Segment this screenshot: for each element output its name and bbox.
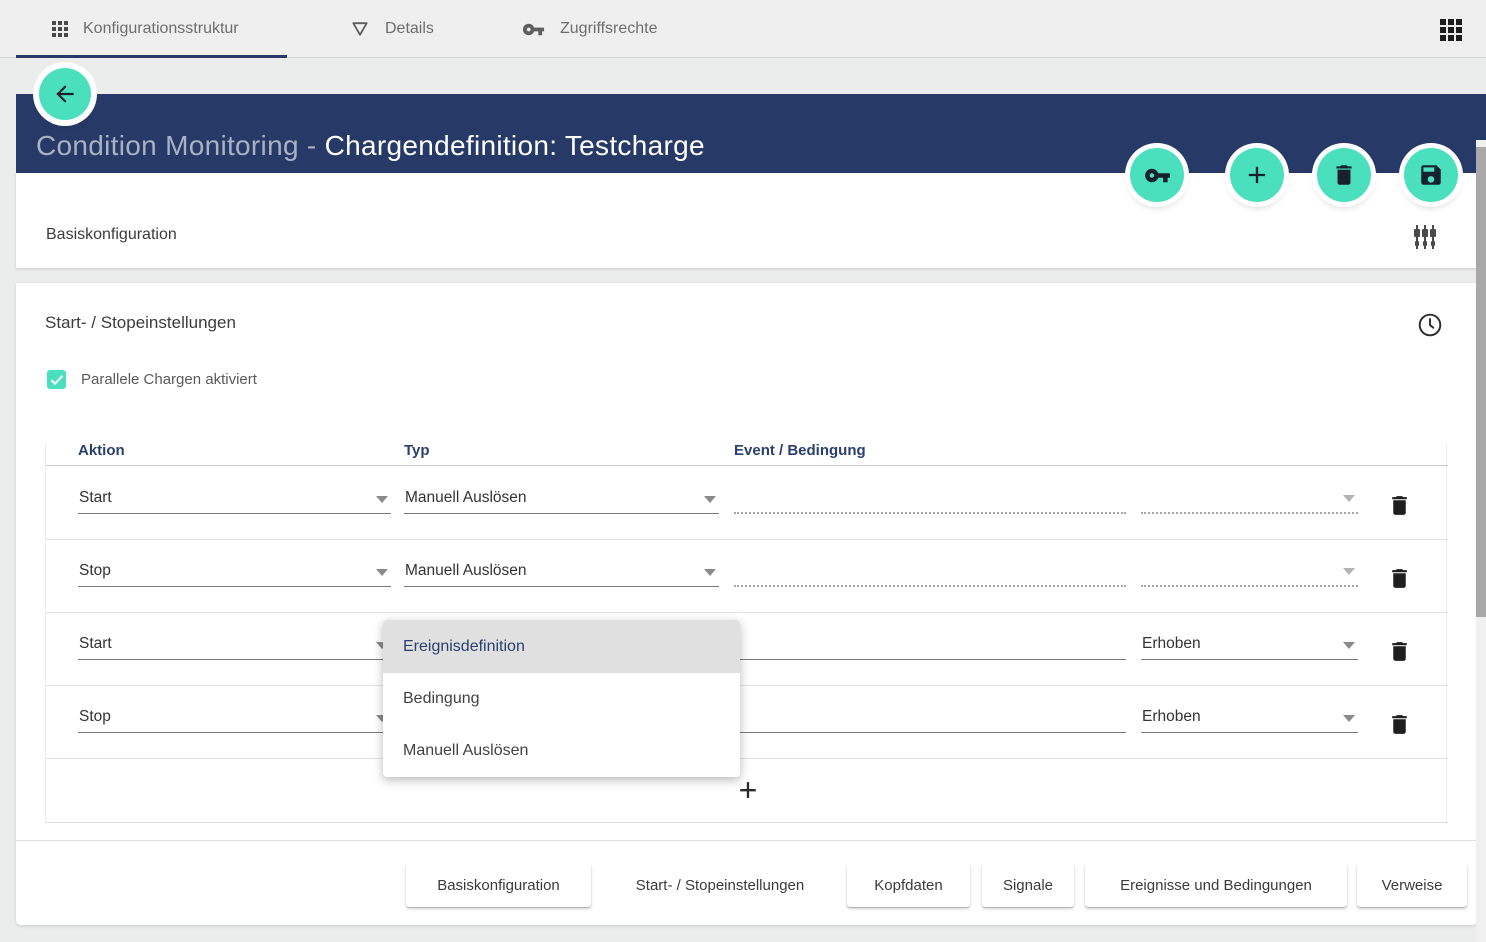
modus-select[interactable]: Erhoben: [1141, 703, 1358, 733]
aktion-value: Start: [79, 489, 112, 507]
check-icon: [50, 374, 64, 386]
modus-select[interactable]: [1141, 557, 1358, 587]
section-title: Start- / Stopeinstellungen: [45, 313, 236, 333]
chevron-down-icon: [376, 569, 388, 576]
typ-dropdown-menu: Ereignisdefinition Bedingung Manuell Aus…: [383, 620, 740, 777]
table-row: Start Erhoben: [46, 613, 1448, 686]
parallel-charges-label: Parallele Chargen aktiviert: [81, 371, 257, 388]
aktion-select[interactable]: Start: [78, 630, 391, 660]
modus-value: Erhoben: [1142, 635, 1201, 653]
aktion-select[interactable]: Stop: [78, 557, 391, 587]
modus-select[interactable]: [1141, 484, 1358, 514]
page-title-prefix: Condition Monitoring -: [36, 130, 325, 161]
aktion-select[interactable]: Stop: [78, 703, 391, 733]
event-input[interactable]: [734, 557, 1126, 587]
key-icon: [1144, 162, 1171, 189]
add-row-area: +: [46, 759, 1448, 823]
column-header-event: Event / Bedingung: [734, 442, 866, 459]
permissions-button[interactable]: [1130, 148, 1184, 202]
modus-select[interactable]: Erhoben: [1141, 630, 1358, 660]
delete-row-button[interactable]: [1387, 493, 1413, 519]
clock-icon[interactable]: [1417, 312, 1443, 338]
table-row: Start Manuell Auslösen: [46, 466, 1448, 540]
tab-label: Zugriffsrechte: [560, 20, 658, 38]
column-header-aktion: Aktion: [78, 442, 125, 459]
delete-row-button[interactable]: [1387, 639, 1413, 665]
chevron-down-icon: [376, 496, 388, 503]
chevron-down-icon: [704, 496, 716, 503]
menu-item-manuell-ausloesen[interactable]: Manuell Auslösen: [383, 725, 740, 777]
tab-konfigurationsstruktur[interactable]: Konfigurationsstruktur: [52, 0, 239, 58]
aktion-value: Stop: [79, 708, 111, 726]
basiskonfiguration-label: Basiskonfiguration: [46, 226, 177, 244]
add-row-button[interactable]: +: [733, 776, 763, 806]
start-stop-card: Start- / Stopeinstellungen Parallele Cha…: [16, 283, 1477, 925]
event-input[interactable]: [734, 484, 1126, 514]
table-header-row: Aktion Typ Event / Bedingung: [46, 443, 1448, 466]
modus-value: Erhoben: [1142, 708, 1201, 726]
nav-button-signale[interactable]: Signale: [982, 863, 1074, 907]
scrollbar[interactable]: [1476, 140, 1486, 942]
sliders-icon[interactable]: [1411, 223, 1439, 251]
tab-label: Konfigurationsstruktur: [83, 20, 239, 38]
active-tab-indicator: [16, 55, 287, 58]
tab-details[interactable]: Details: [350, 0, 434, 58]
tab-zugriffsrechte[interactable]: Zugriffsrechte: [522, 0, 658, 58]
nav-button-basiskonfiguration[interactable]: Basiskonfiguration: [406, 863, 591, 907]
delete-row-button[interactable]: [1387, 712, 1413, 738]
nav-button-verweise[interactable]: Verweise: [1357, 863, 1467, 907]
arrow-left-icon: [52, 81, 78, 107]
key-icon: [522, 18, 545, 41]
save-icon: [1418, 162, 1444, 188]
apps-grid-icon[interactable]: [1440, 19, 1462, 41]
nav-button-ereignisse-und-bedingungen[interactable]: Ereignisse und Bedingungen: [1085, 863, 1347, 907]
nav-label-start-stopeinstellungen: Start- / Stopeinstellungen: [620, 863, 820, 907]
nav-button-kopfdaten[interactable]: Kopfdaten: [847, 863, 970, 907]
chevron-down-icon: [1343, 568, 1355, 575]
delete-row-button[interactable]: [1387, 566, 1413, 592]
grid-icon: [52, 21, 68, 37]
app-screen: Konfigurationsstruktur Details Zugriffsr…: [0, 0, 1486, 942]
aktion-select[interactable]: Start: [78, 484, 391, 514]
funnel-icon: [350, 19, 370, 39]
chevron-down-icon: [1343, 715, 1355, 722]
event-input[interactable]: [734, 630, 1126, 660]
table-row: Stop Manuell Auslösen: [46, 540, 1448, 613]
bottom-divider: [16, 840, 1477, 841]
save-button[interactable]: [1404, 148, 1458, 202]
trash-icon: [1331, 162, 1357, 188]
chevron-down-icon: [704, 569, 716, 576]
scrollbar-thumb[interactable]: [1476, 147, 1486, 617]
parallel-charges-checkbox[interactable]: [47, 370, 66, 389]
page-title: Condition Monitoring - Chargendefinition…: [36, 130, 705, 162]
column-header-typ: Typ: [404, 442, 430, 459]
typ-value: Manuell Auslösen: [405, 489, 527, 507]
typ-select[interactable]: Manuell Auslösen: [404, 484, 719, 514]
plus-icon: [1243, 161, 1271, 189]
typ-value: Manuell Auslösen: [405, 562, 527, 580]
menu-item-ereignisdefinition[interactable]: Ereignisdefinition: [383, 620, 740, 673]
tab-label: Details: [385, 20, 434, 38]
add-button[interactable]: [1230, 148, 1284, 202]
event-input[interactable]: [734, 703, 1126, 733]
table-row: Stop Erhoben: [46, 686, 1448, 759]
delete-button[interactable]: [1317, 148, 1371, 202]
parallel-charges-row: Parallele Chargen aktiviert: [47, 370, 257, 389]
page-title-main: Chargendefinition: Testcharge: [325, 130, 705, 161]
typ-select[interactable]: Manuell Auslösen: [404, 557, 719, 587]
aktion-value: Start: [79, 635, 112, 653]
chevron-down-icon: [1343, 642, 1355, 649]
chevron-down-icon: [1343, 495, 1355, 502]
top-tab-bar: Konfigurationsstruktur Details Zugriffsr…: [0, 0, 1486, 58]
aktion-value: Stop: [79, 562, 111, 580]
back-button[interactable]: [39, 68, 91, 120]
start-stop-table: Aktion Typ Event / Bedingung Start Manue…: [45, 443, 1447, 823]
menu-item-bedingung[interactable]: Bedingung: [383, 673, 740, 725]
